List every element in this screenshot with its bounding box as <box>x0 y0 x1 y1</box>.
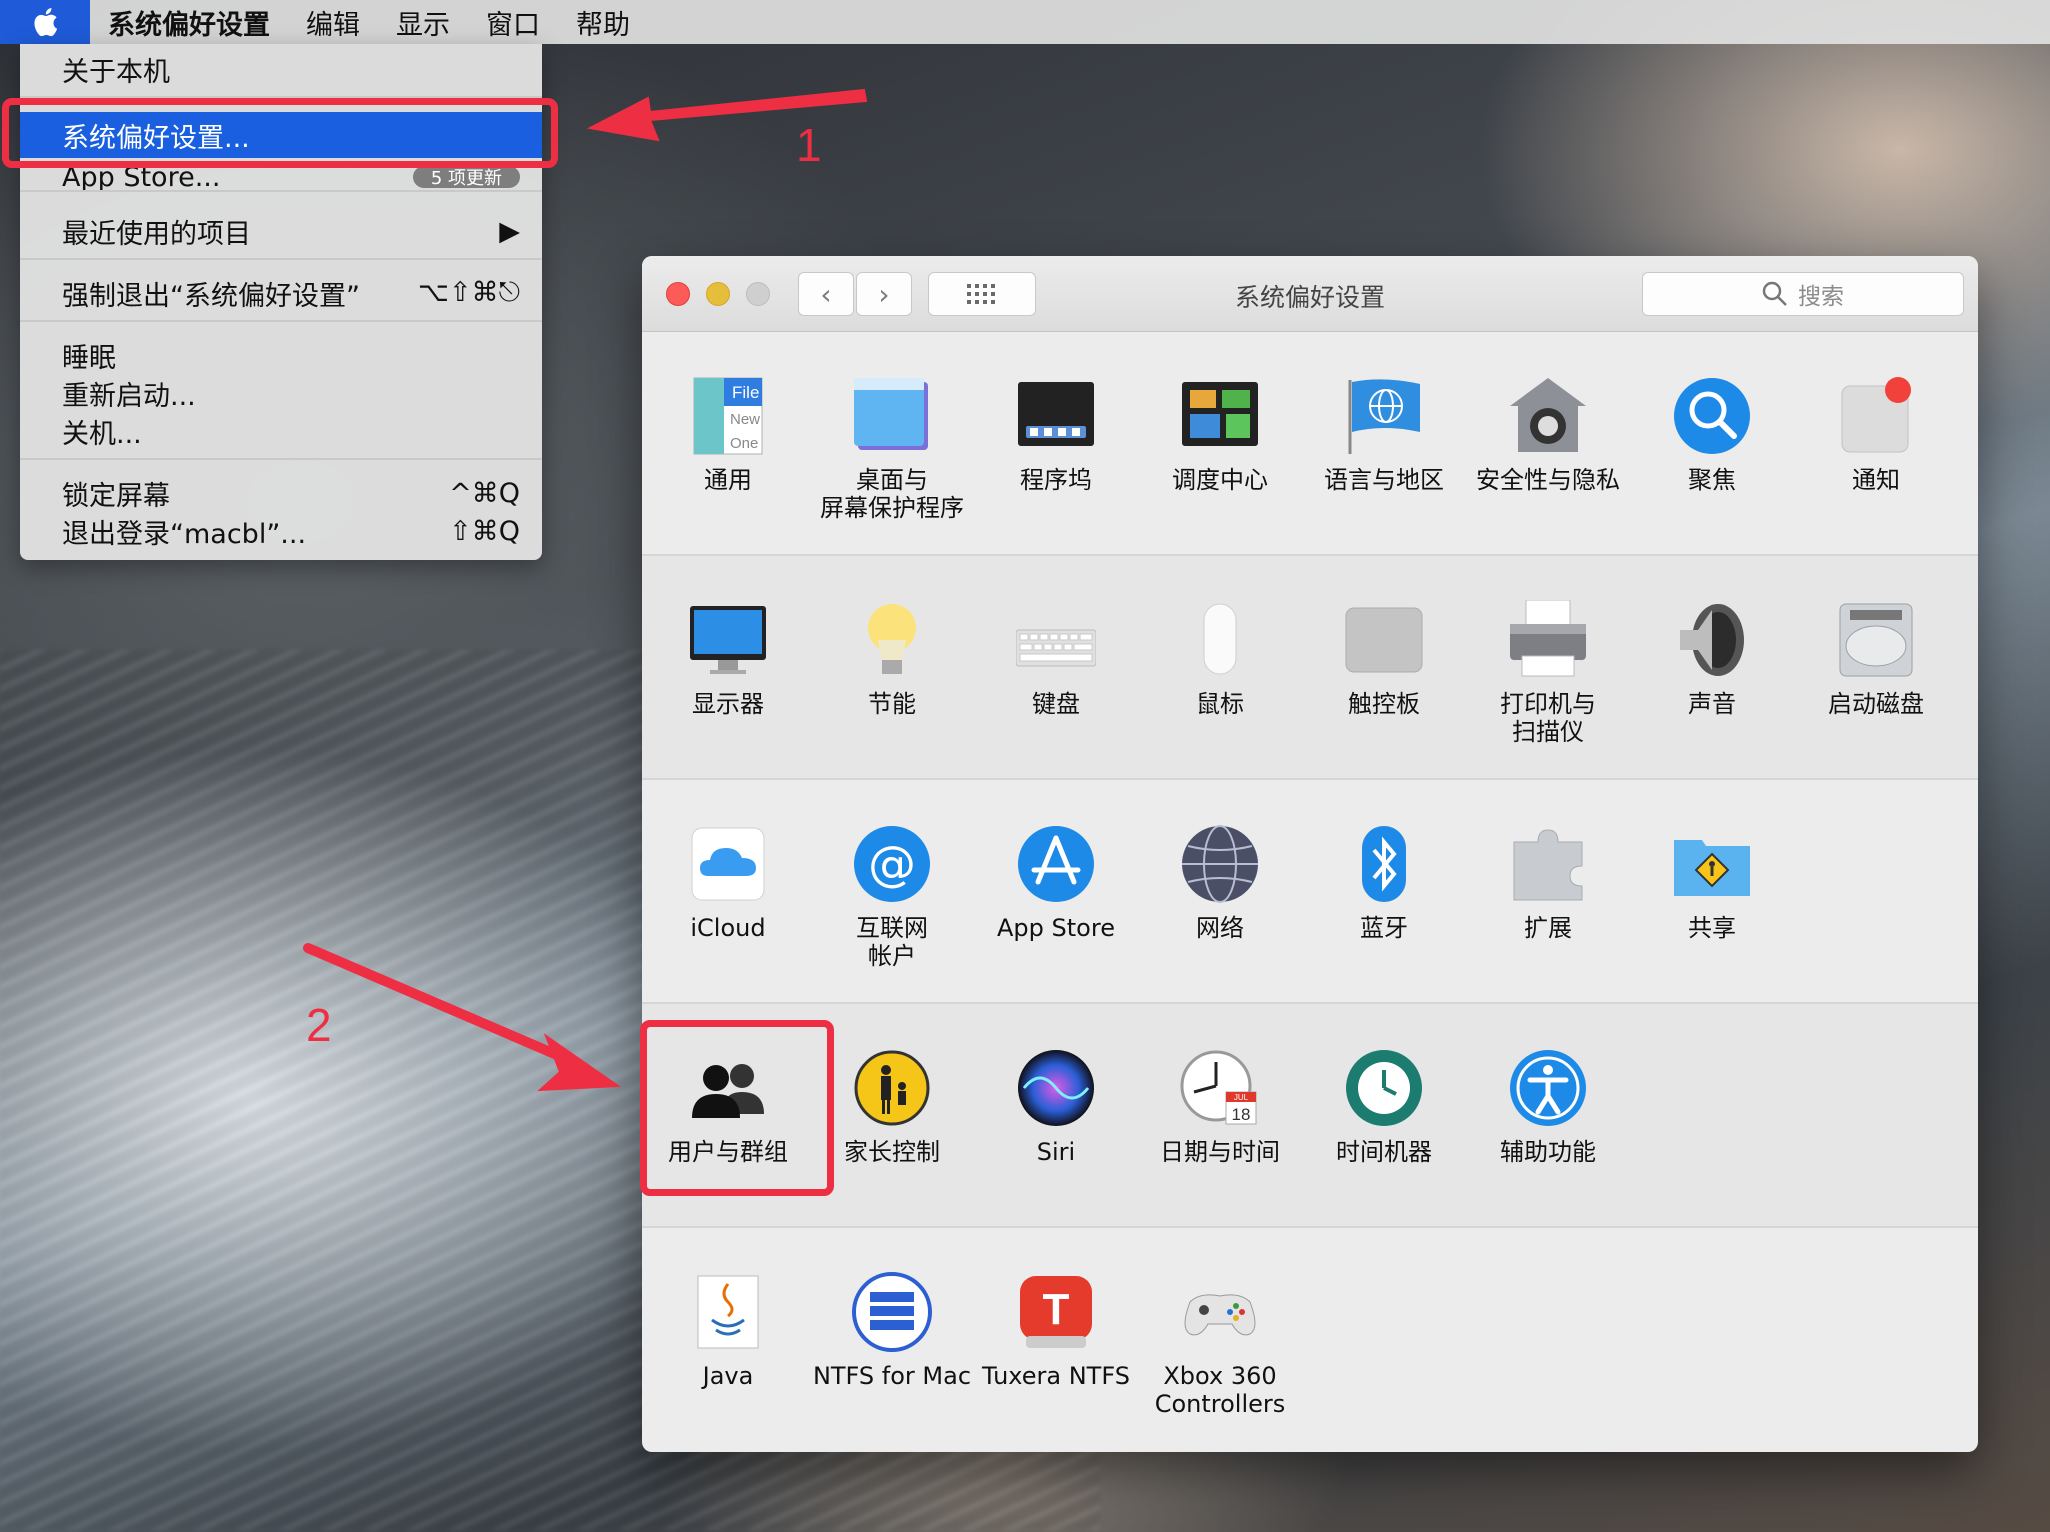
arrow-2-icon <box>537 1033 621 1092</box>
arrow-1-icon <box>586 88 868 142</box>
annotation-arrows <box>303 88 868 1092</box>
annotation-number-1: 1 <box>796 119 822 171</box>
arrow-2-shaft <box>303 943 583 1069</box>
annotation-number-2: 2 <box>306 999 332 1051</box>
